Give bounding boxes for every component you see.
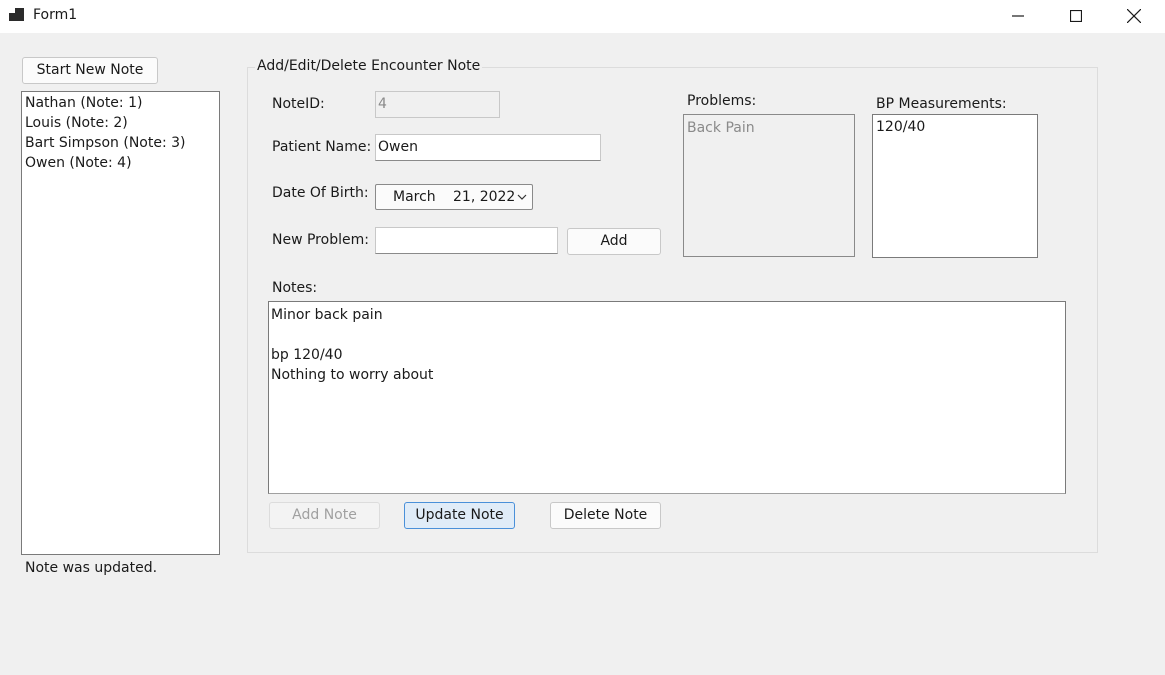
note-id-field: 4 bbox=[375, 91, 500, 118]
minimize-button[interactable] bbox=[989, 0, 1047, 32]
list-item[interactable]: Louis (Note: 2) bbox=[22, 113, 219, 133]
new-problem-input[interactable] bbox=[375, 227, 558, 254]
start-new-note-button[interactable]: Start New Note bbox=[22, 57, 158, 84]
add-note-button[interactable]: Add Note bbox=[269, 502, 380, 529]
new-problem-label: New Problem: bbox=[272, 232, 369, 248]
maximize-button[interactable] bbox=[1047, 0, 1105, 32]
list-item[interactable]: Nathan (Note: 1) bbox=[22, 93, 219, 113]
dob-month[interactable]: March bbox=[393, 189, 436, 205]
dob-day-year[interactable]: 21, 2022 bbox=[453, 189, 515, 205]
notes-list[interactable]: Nathan (Note: 1) Louis (Note: 2) Bart Si… bbox=[21, 91, 220, 555]
notes-textarea[interactable]: Minor back pain bp 120/40 Nothing to wor… bbox=[268, 301, 1066, 494]
list-item[interactable]: 120/40 bbox=[873, 117, 1037, 137]
status-label: Note was updated. bbox=[25, 560, 158, 576]
dob-label: Date Of Birth: bbox=[272, 185, 369, 201]
problems-label: Problems: bbox=[687, 93, 757, 109]
list-item[interactable]: Bart Simpson (Note: 3) bbox=[22, 133, 219, 153]
minimize-icon bbox=[1012, 15, 1024, 17]
add-problem-button[interactable]: Add bbox=[567, 228, 661, 255]
close-icon bbox=[1127, 9, 1141, 23]
update-note-button[interactable]: Update Note bbox=[404, 502, 515, 529]
client-area: Start New Note Nathan (Note: 1) Louis (N… bbox=[0, 33, 1165, 675]
list-item[interactable]: Owen (Note: 4) bbox=[22, 153, 219, 173]
title-bar: Form1 bbox=[0, 0, 1165, 33]
dob-datepicker[interactable]: March 21, 2022 bbox=[375, 184, 533, 210]
problems-list[interactable]: Back Pain bbox=[683, 114, 855, 257]
app-icon bbox=[9, 8, 25, 22]
group-title: Add/Edit/Delete Encounter Note bbox=[255, 58, 483, 74]
close-button[interactable] bbox=[1105, 0, 1163, 32]
delete-note-button[interactable]: Delete Note bbox=[550, 502, 661, 529]
patient-name-input[interactable]: Owen bbox=[375, 134, 601, 161]
note-id-label: NoteID: bbox=[272, 96, 325, 112]
maximize-icon bbox=[1070, 10, 1082, 22]
patient-name-label: Patient Name: bbox=[272, 139, 372, 155]
window-title: Form1 bbox=[33, 7, 78, 23]
bp-measurements-label: BP Measurements: bbox=[876, 96, 1007, 112]
list-item[interactable]: Back Pain bbox=[684, 118, 854, 138]
bp-measurements-list[interactable]: 120/40 bbox=[872, 114, 1038, 258]
notes-label: Notes: bbox=[272, 280, 318, 296]
chevron-down-icon[interactable] bbox=[517, 194, 527, 201]
